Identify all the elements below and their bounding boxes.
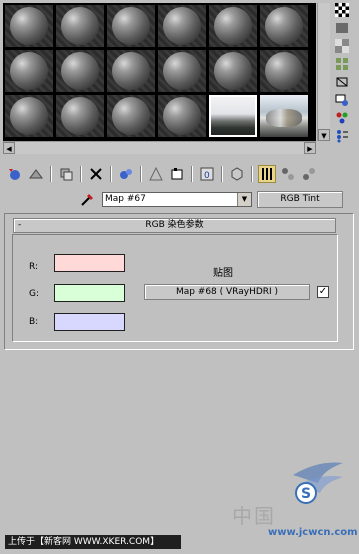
watermark-wings-logo-icon: S [293, 462, 343, 504]
toolbar-separator [80, 166, 82, 182]
material-sphere-preview [214, 7, 252, 45]
sample-slot-hdri[interactable] [260, 95, 308, 137]
watermark-logo-letter: S [301, 486, 311, 502]
sample-slot[interactable] [260, 50, 308, 92]
sample-slot[interactable] [260, 5, 308, 47]
show-map-in-viewport-icon[interactable] [228, 165, 246, 183]
slots-horizontal-scrollbar[interactable]: ◀ ▶ [3, 141, 316, 154]
material-sphere-preview [163, 97, 201, 135]
scroll-left-arrow-icon[interactable]: ◀ [3, 142, 15, 154]
sample-slot-grid [3, 3, 316, 141]
sample-slot[interactable] [107, 50, 155, 92]
sample-slot[interactable] [158, 5, 206, 47]
material-sphere-preview [10, 52, 48, 90]
channel-b-color-swatch[interactable] [54, 313, 125, 331]
go-forward-to-sibling-icon[interactable] [300, 165, 318, 183]
select-by-material-icon[interactable] [333, 128, 351, 144]
backlight-icon[interactable] [333, 20, 351, 36]
sample-slot[interactable] [5, 95, 53, 137]
toolbar-separator [50, 166, 52, 182]
sample-slot[interactable] [56, 5, 104, 47]
sample-slot[interactable] [107, 95, 155, 137]
sample-slot[interactable] [5, 5, 53, 47]
upload-caption: 上传于【新客网 WWW.XKER.COM】 [5, 535, 181, 549]
make-preview-icon[interactable] [333, 92, 351, 108]
material-sphere-preview [112, 7, 150, 45]
map-slot-button[interactable]: Map #68 ( VRayHDRI ) [144, 284, 310, 300]
material-name-value: Map #67 [105, 194, 146, 204]
toolbar-separator [251, 166, 253, 182]
scroll-right-arrow-icon[interactable]: ▶ [304, 142, 316, 154]
make-unique-icon[interactable] [117, 165, 135, 183]
material-sphere-preview [61, 52, 99, 90]
sample-type-checker-icon[interactable] [333, 2, 351, 18]
material-sphere-preview [112, 52, 150, 90]
material-sphere-preview [10, 97, 48, 135]
put-to-library-icon[interactable] [147, 165, 165, 183]
watermark-site-cn: 中国 [232, 504, 276, 528]
toolbar-separator [191, 166, 193, 182]
put-to-scene-icon[interactable] [27, 165, 45, 183]
toolbar-separator [110, 166, 112, 182]
right-toolbar [333, 2, 353, 144]
video-color-check-icon[interactable] [333, 74, 351, 90]
watermark-site-url: www.jcwcn.com [268, 527, 358, 538]
hdri-panorama-preview [266, 109, 302, 127]
options-icon[interactable] [333, 110, 351, 126]
svg-text:0: 0 [204, 171, 210, 181]
material-sphere-preview [163, 7, 201, 45]
rollout-title: RGB 染色参数 [145, 220, 204, 230]
material-sphere-preview [61, 7, 99, 45]
map-type-button[interactable]: RGB Tint [257, 191, 343, 208]
scroll-down-arrow-icon[interactable]: ▼ [318, 129, 330, 141]
sample-slot[interactable] [5, 50, 53, 92]
channel-r-label: R: [29, 262, 39, 272]
toolbar-separator [140, 166, 142, 182]
channel-g-color-swatch[interactable] [54, 284, 125, 302]
material-id-channel-icon[interactable]: 0 [198, 165, 216, 183]
sample-slot[interactable] [158, 50, 206, 92]
rgb-tint-rollout-header[interactable]: - RGB 染色参数 [13, 218, 336, 233]
channel-b-label: B: [29, 317, 39, 327]
material-sphere-preview [265, 7, 303, 45]
slots-vertical-scrollbar[interactable]: ▼ [317, 3, 330, 141]
sample-slot[interactable] [209, 5, 257, 47]
check-icon: ✓ [318, 286, 328, 297]
chevron-down-icon[interactable]: ▼ [237, 193, 251, 206]
sample-uv-tiling-icon[interactable] [333, 56, 351, 72]
material-effects-channel-icon[interactable] [168, 165, 186, 183]
sample-slot[interactable] [158, 95, 206, 137]
channel-r-color-swatch[interactable] [54, 254, 125, 272]
sample-slots-panel: ▼ ◀ ▶ [0, 0, 330, 154]
reset-map-x-icon[interactable] [87, 165, 105, 183]
material-sphere-preview [61, 97, 99, 135]
sample-slot[interactable] [56, 95, 104, 137]
get-material-icon[interactable] [6, 165, 24, 183]
map-enable-checkbox[interactable]: ✓ [317, 286, 329, 298]
background-checker-icon[interactable] [333, 38, 351, 54]
material-sphere-preview [214, 52, 252, 90]
material-sphere-preview [10, 7, 48, 45]
material-name-dropdown[interactable]: Map #67 ▼ [102, 192, 252, 207]
material-sphere-preview [163, 52, 201, 90]
sample-slot[interactable] [56, 50, 104, 92]
show-end-result-icon[interactable] [258, 165, 276, 183]
sample-slot[interactable] [209, 50, 257, 92]
material-sphere-preview [265, 52, 303, 90]
material-editor-toolbar: 0 [6, 163, 318, 185]
assign-material-icon[interactable] [57, 165, 75, 183]
go-to-parent-icon[interactable] [279, 165, 297, 183]
sample-slot-hdri[interactable] [209, 95, 257, 137]
pick-material-eyedropper-icon[interactable] [80, 191, 98, 207]
map-section-label: 贴图 [213, 268, 233, 279]
sample-slot[interactable] [107, 5, 155, 47]
toolbar-separator [221, 166, 223, 182]
channel-g-label: G: [29, 289, 40, 299]
material-sphere-preview [112, 97, 150, 135]
